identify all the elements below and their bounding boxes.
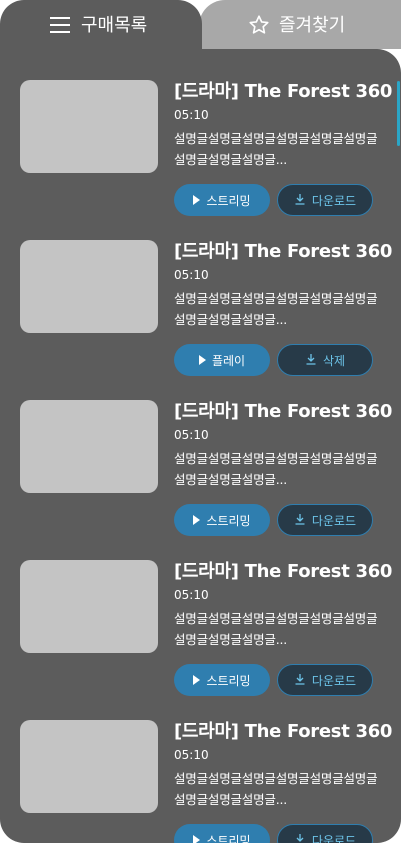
item-description: 설명글설명글설명글설명글설명글설명글설명글설명글설명글... bbox=[174, 611, 378, 647]
tab-purchase-list-label: 구매목록 bbox=[81, 15, 148, 36]
thumbnail[interactable] bbox=[20, 240, 158, 333]
play-icon bbox=[193, 515, 201, 525]
play-icon bbox=[193, 675, 201, 685]
streaming-button-label: 스트리밍 bbox=[206, 193, 251, 208]
list-item: [드라마] The Forest 360 05:10 설명글설명글설명글설명글설… bbox=[0, 209, 401, 376]
download-button-label: 다운로드 bbox=[311, 513, 357, 528]
list-item: [드라마] The Forest 360 05:10 설명글설명글설명글설명글설… bbox=[0, 369, 401, 536]
item-description: 설명글설명글설명글설명글설명글설명글설명글설명글설명글... bbox=[174, 451, 378, 487]
thumbnail[interactable] bbox=[20, 560, 158, 653]
play-icon bbox=[193, 195, 201, 205]
delete-button-label: 삭제 bbox=[322, 353, 346, 368]
thumbnail[interactable] bbox=[20, 720, 158, 813]
item-description: 설명글설명글설명글설명글설명글설명글설명글설명글설명글... bbox=[174, 771, 378, 807]
download-button-label: 다운로드 bbox=[311, 193, 357, 208]
tab-favorites[interactable]: 즐겨찾기 bbox=[199, 0, 401, 49]
download-icon bbox=[294, 833, 306, 843]
list-item: [드라마] The Forest 360 05:10 설명글설명글설명글설명글설… bbox=[0, 49, 401, 216]
download-icon bbox=[294, 513, 306, 528]
thumbnail[interactable] bbox=[20, 80, 158, 173]
streaming-button[interactable]: 스트리밍 bbox=[174, 824, 270, 843]
streaming-button-label: 스트리밍 bbox=[206, 513, 251, 528]
menu-icon bbox=[50, 16, 70, 38]
streaming-button-label: 스트리밍 bbox=[206, 833, 251, 843]
item-description: 설명글설명글설명글설명글설명글설명글설명글설명글설명글... bbox=[174, 291, 378, 327]
item-title: [드라마] The Forest 360 bbox=[174, 561, 393, 582]
item-duration: 05:10 bbox=[174, 748, 209, 762]
play-button-label: 플레이 bbox=[211, 353, 246, 368]
list-item: [드라마] The Forest 360 05:10 설명글설명글설명글설명글설… bbox=[0, 689, 401, 843]
item-duration: 05:10 bbox=[174, 268, 209, 282]
download-icon bbox=[294, 193, 306, 208]
download-button-label: 다운로드 bbox=[311, 833, 357, 843]
item-title: [드라마] The Forest 360 bbox=[174, 401, 393, 422]
download-button-label: 다운로드 bbox=[311, 673, 357, 688]
streaming-button-label: 스트리밍 bbox=[206, 673, 251, 688]
tab-purchase-list[interactable]: 구매목록 bbox=[0, 0, 202, 60]
download-icon bbox=[294, 673, 306, 688]
download-icon bbox=[305, 353, 317, 368]
download-button[interactable]: 다운로드 bbox=[277, 824, 373, 843]
purchase-list-panel: [드라마] The Forest 360 05:10 설명글설명글설명글설명글설… bbox=[0, 49, 401, 843]
item-description: 설명글설명글설명글설명글설명글설명글설명글설명글설명글... bbox=[174, 131, 378, 167]
play-icon bbox=[198, 355, 206, 365]
play-icon bbox=[193, 835, 201, 843]
thumbnail[interactable] bbox=[20, 400, 158, 493]
tab-favorites-label: 즐겨찾기 bbox=[279, 15, 346, 36]
star-icon bbox=[248, 14, 270, 40]
app-root: 즐겨찾기 구매목록 [드라마] The Forest 360 05:10 설명글… bbox=[0, 0, 401, 843]
item-title: [드라마] The Forest 360 bbox=[174, 721, 393, 742]
item-title: [드라마] The Forest 360 bbox=[174, 81, 393, 102]
item-duration: 05:10 bbox=[174, 428, 209, 442]
item-duration: 05:10 bbox=[174, 588, 209, 602]
item-duration: 05:10 bbox=[174, 108, 209, 122]
item-title: [드라마] The Forest 360 bbox=[174, 241, 393, 262]
list-item: [드라마] The Forest 360 05:10 설명글설명글설명글설명글설… bbox=[0, 529, 401, 696]
